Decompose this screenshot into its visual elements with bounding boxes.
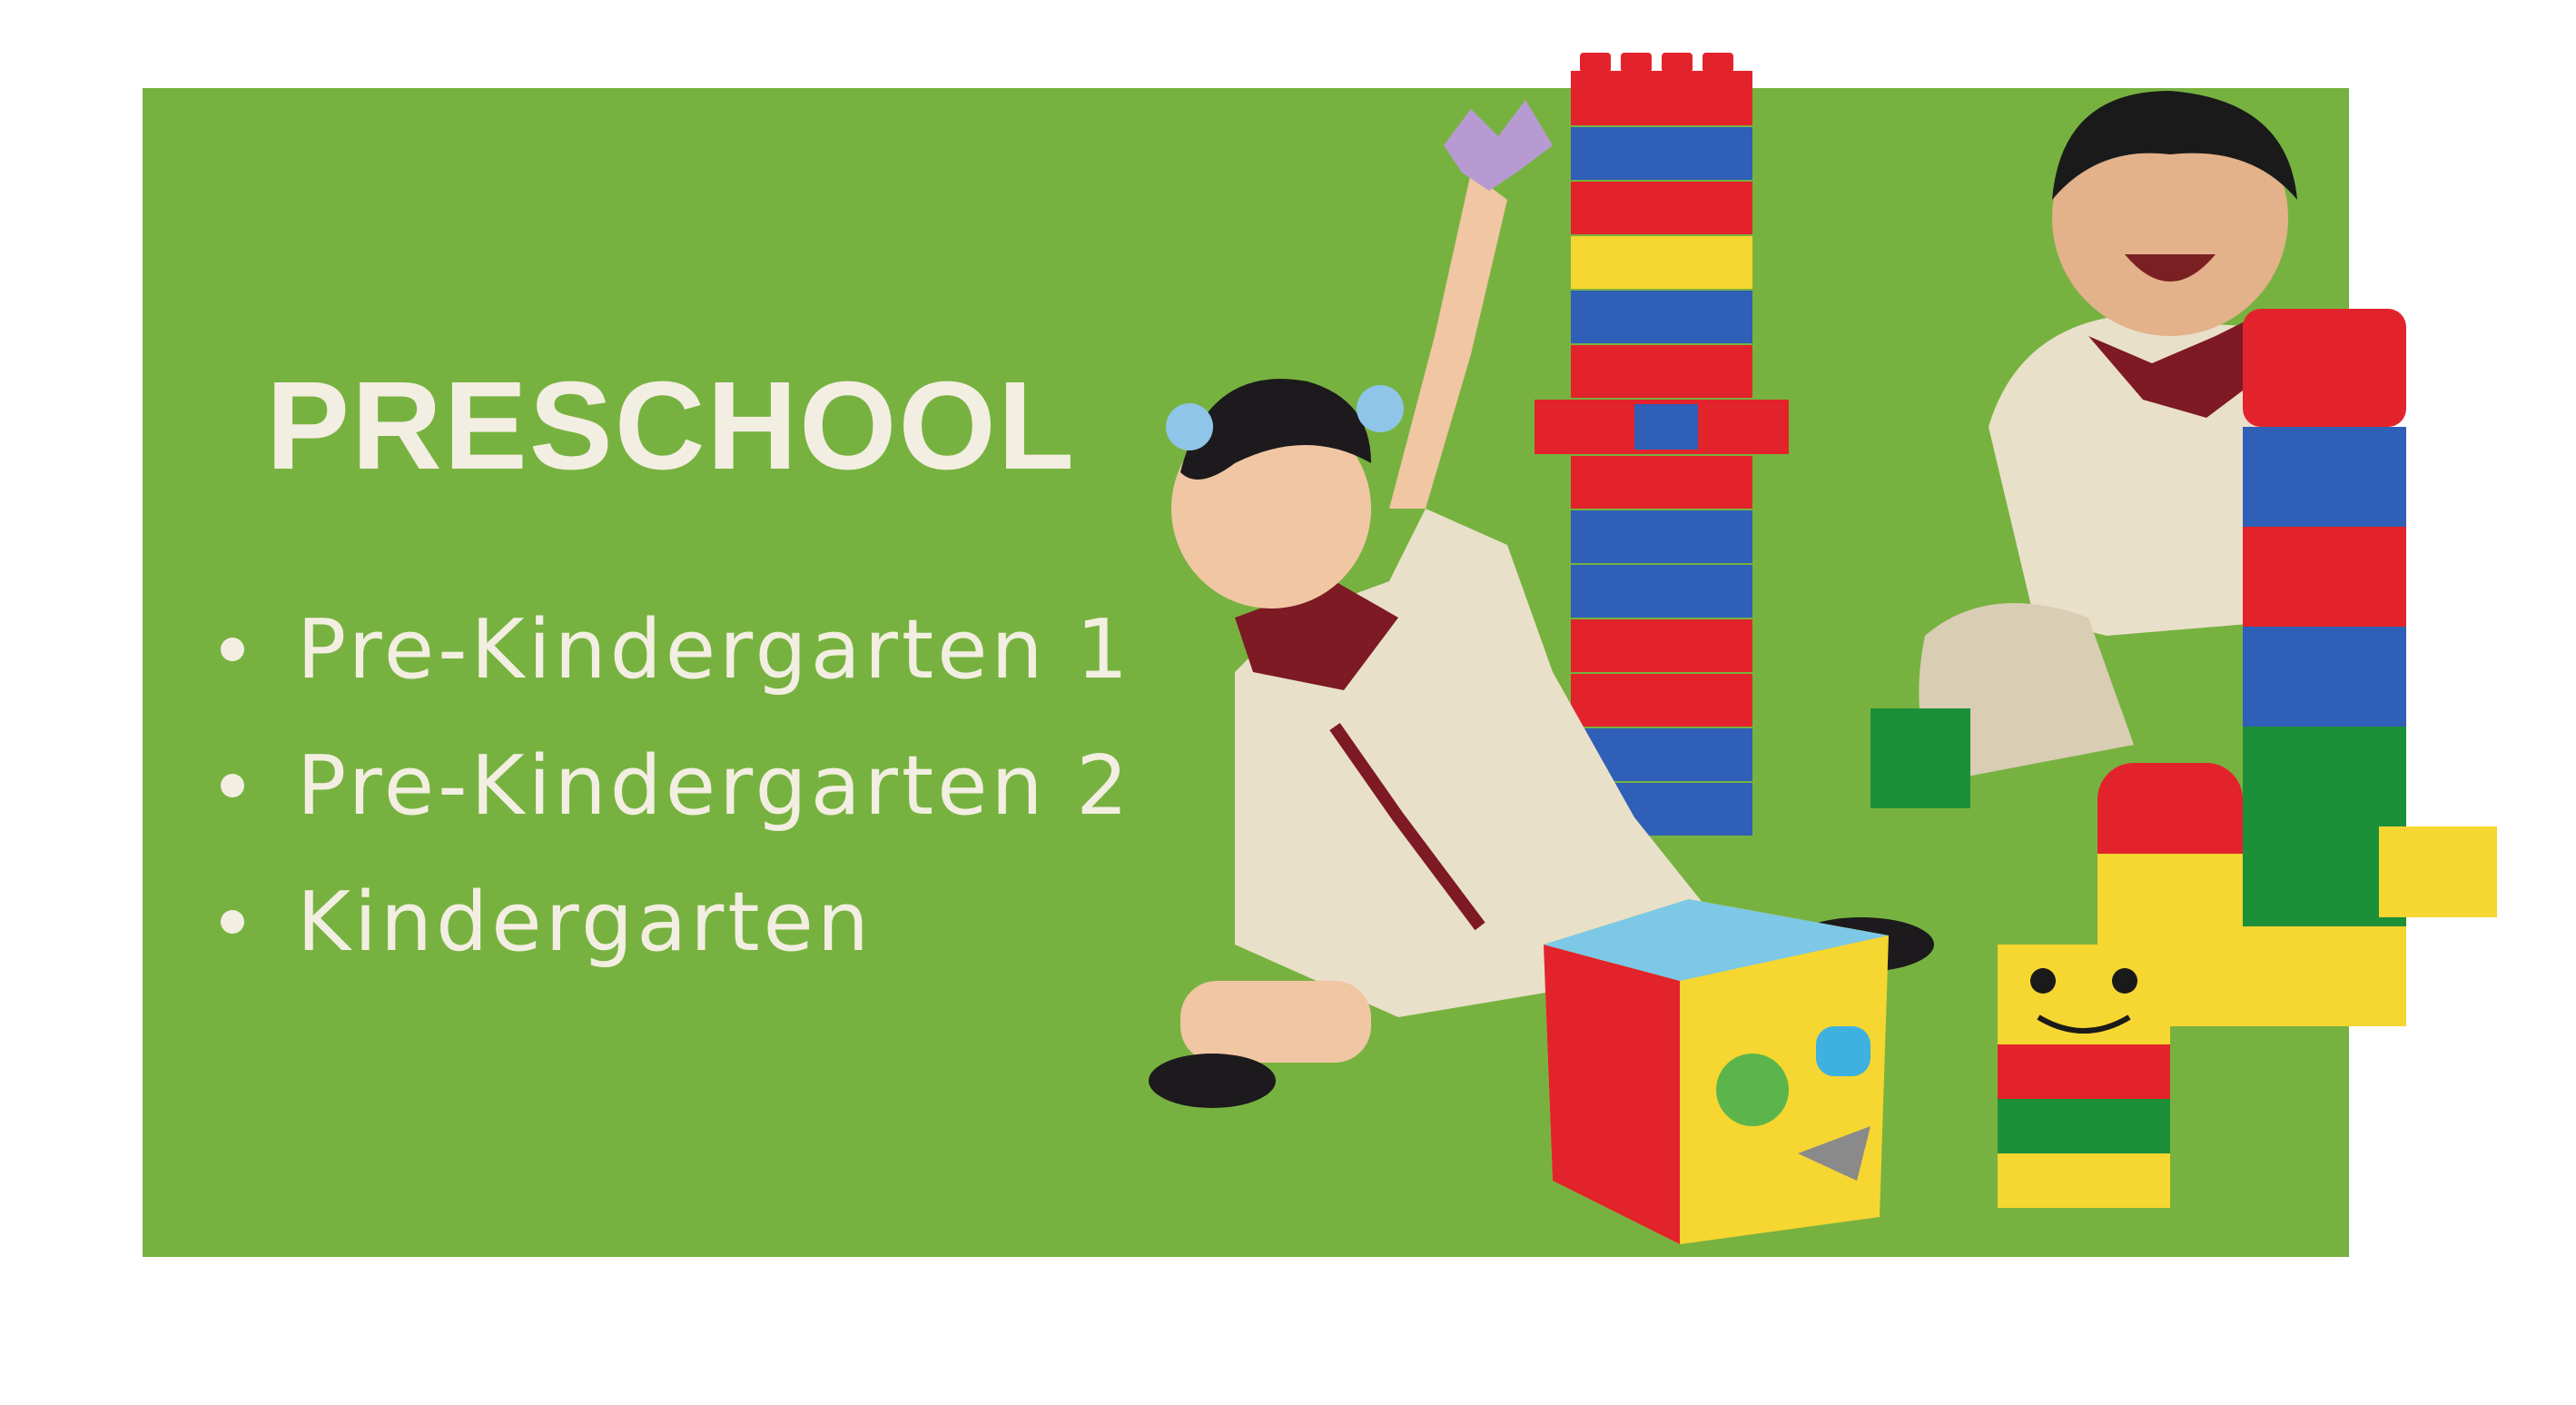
level-label: Pre-Kindergarten 2 bbox=[297, 737, 1132, 834]
bullet-icon bbox=[221, 910, 244, 934]
list-item: Pre-Kindergarten 2 bbox=[221, 717, 1131, 854]
bullet-icon bbox=[221, 638, 244, 661]
level-label: Kindergarten bbox=[297, 874, 873, 970]
level-label: Pre-Kindergarten 1 bbox=[297, 601, 1132, 698]
soft-toy-cube bbox=[1544, 899, 1889, 1244]
list-item: Kindergarten bbox=[221, 854, 1131, 990]
children-playing-with-blocks-photo bbox=[1149, 53, 2497, 1244]
page-title: PRESCHOOL bbox=[266, 356, 1077, 496]
bullet-icon bbox=[221, 774, 244, 797]
grade-level-list: Pre-Kindergarten 1 Pre-Kindergarten 2 Ki… bbox=[221, 581, 1131, 990]
list-item: Pre-Kindergarten 1 bbox=[221, 581, 1131, 717]
smiley-block-stack bbox=[1998, 945, 2170, 1208]
